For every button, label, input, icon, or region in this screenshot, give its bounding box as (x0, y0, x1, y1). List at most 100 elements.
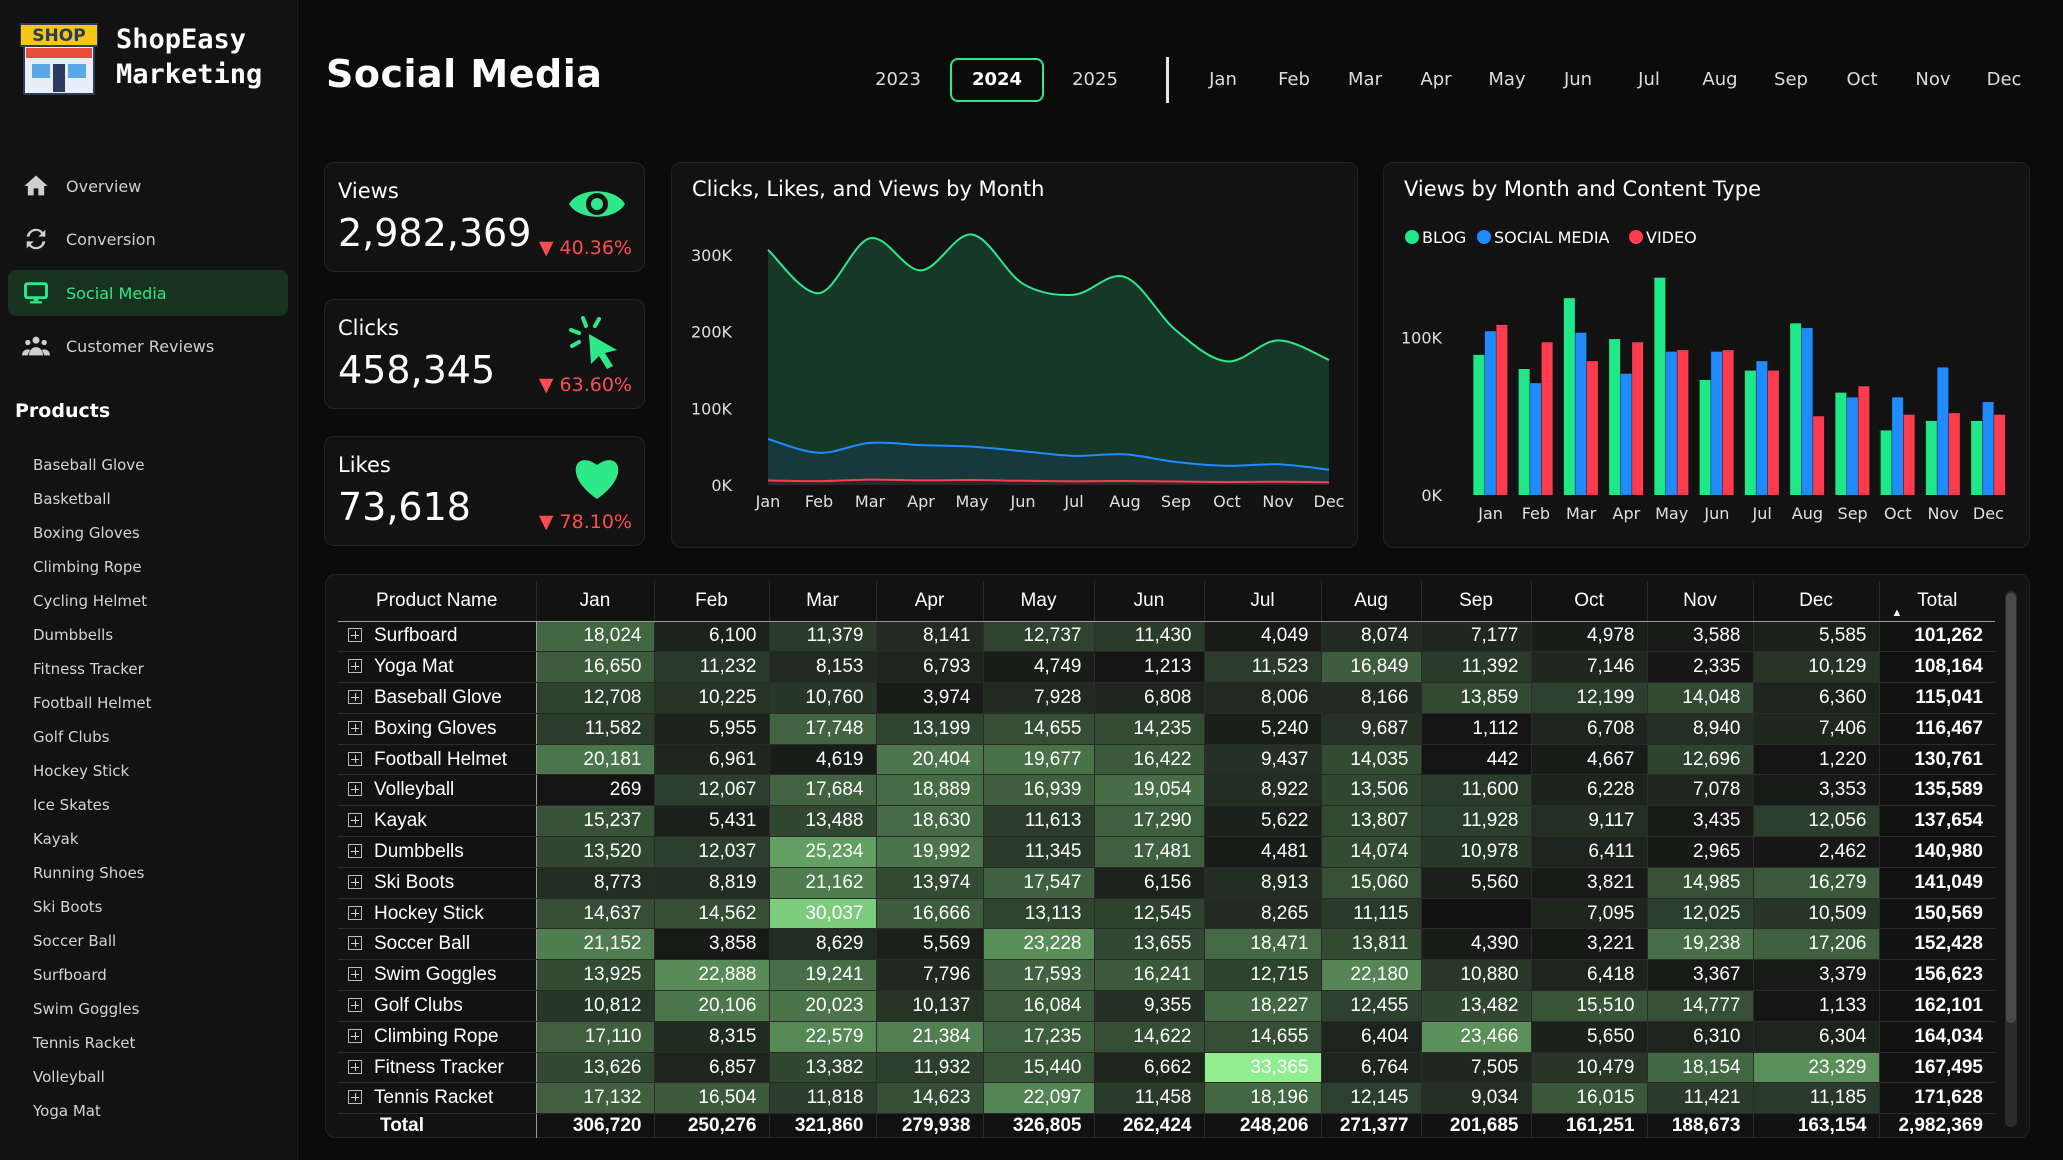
product-filter-item[interactable]: Football Helmet (33, 694, 152, 712)
month-filter-apr[interactable]: Apr (1406, 58, 1466, 102)
year-filter-2025[interactable]: 2025 (1048, 58, 1142, 102)
expand-icon[interactable] (348, 659, 362, 674)
expand-icon[interactable] (348, 874, 362, 889)
product-filter-item[interactable]: Baseball Glove (33, 456, 144, 474)
row-total-cell: 152,428 (1878, 928, 1995, 961)
expand-icon[interactable] (348, 628, 362, 643)
nav-overview[interactable]: Overview (8, 163, 288, 209)
product-filter-item[interactable]: Ski Boots (33, 898, 103, 916)
expand-icon[interactable] (348, 905, 362, 920)
y-tick-label: 100K (1401, 329, 1443, 348)
sort-ascending-icon[interactable]: ▲ (1892, 607, 1903, 619)
column-header-month[interactable]: Apr (875, 581, 983, 622)
x-tick-label: Dec (1973, 504, 2004, 523)
column-header-month[interactable]: Jun (1093, 581, 1204, 622)
product-filter-item[interactable]: Soccer Ball (33, 932, 116, 950)
value-cell: 11,185 (1752, 1082, 1879, 1115)
value-cell: 21,384 (875, 1021, 983, 1053)
kpi-card-likes: Likes 73,618 ▼ 78.10% (324, 436, 645, 546)
legend-label: SOCIAL MEDIA (1494, 228, 1610, 247)
expand-icon[interactable] (348, 1090, 362, 1105)
expand-icon[interactable] (348, 751, 362, 766)
year-filter-2023[interactable]: 2023 (851, 58, 945, 102)
month-filter-nov[interactable]: Nov (1903, 58, 1963, 102)
value-cell: 15,440 (982, 1052, 1094, 1084)
expand-icon[interactable] (348, 843, 362, 858)
month-filter-jun[interactable]: Jun (1548, 58, 1608, 102)
value-cell: 2,335 (1646, 651, 1753, 684)
bar-blog (1654, 277, 1666, 495)
month-filter-oct[interactable]: Oct (1832, 58, 1892, 102)
product-filter-item[interactable]: Yoga Mat (33, 1102, 101, 1120)
vertical-scrollbar[interactable] (2005, 591, 2017, 1127)
product-name: Hockey Stick (374, 902, 484, 924)
value-cell: 2,965 (1646, 836, 1753, 868)
product-filter-item[interactable]: Climbing Rope (33, 558, 142, 576)
y-tick-label: 300K (691, 246, 733, 265)
month-filter-feb[interactable]: Feb (1264, 58, 1324, 102)
product-filter-item[interactable]: Boxing Gloves (33, 524, 140, 542)
value-cell: 3,367 (1646, 959, 1753, 992)
product-filter-item[interactable]: Hockey Stick (33, 762, 129, 780)
scrollbar-thumb[interactable] (2006, 593, 2016, 1023)
column-header-month[interactable]: Jan (535, 581, 654, 622)
product-filter-item[interactable]: Running Shoes (33, 864, 144, 882)
column-header-total[interactable]: Total ▲ (1878, 581, 1995, 622)
column-header-month[interactable]: Mar (768, 581, 876, 622)
column-header-month[interactable]: May (982, 581, 1094, 622)
nav-social-media[interactable]: Social Media (8, 270, 288, 316)
product-filter-item[interactable]: Basketball (33, 490, 111, 508)
product-filter-item[interactable]: Tennis Racket (33, 1034, 135, 1052)
column-header-month[interactable]: Oct (1530, 581, 1647, 622)
month-filter-dec[interactable]: Dec (1974, 58, 2034, 102)
value-cell: 16,939 (982, 774, 1094, 807)
row-total-cell: 167,495 (1878, 1052, 1995, 1084)
x-tick-label: Jun (1703, 504, 1729, 523)
product-filter-item[interactable]: Cycling Helmet (33, 592, 147, 610)
month-filter-sep[interactable]: Sep (1761, 58, 1821, 102)
column-header-product[interactable]: Product Name (338, 581, 536, 622)
product-filter-item[interactable]: Kayak (33, 830, 79, 848)
value-cell: 5,585 (1752, 621, 1879, 653)
month-filter-jul[interactable]: Jul (1619, 58, 1679, 102)
value-cell: 21,152 (535, 928, 654, 961)
product-filter-item[interactable]: Swim Goggles (33, 1000, 139, 1018)
product-filter-item[interactable]: Surfboard (33, 966, 107, 984)
month-filter-may[interactable]: May (1477, 58, 1537, 102)
expand-icon[interactable] (348, 997, 362, 1012)
expand-icon[interactable] (348, 720, 362, 735)
value-cell: 5,560 (1420, 867, 1531, 899)
expand-icon[interactable] (348, 967, 362, 982)
x-tick-label: Mar (1566, 504, 1597, 523)
column-header-month[interactable]: Dec (1752, 581, 1879, 622)
expand-icon[interactable] (348, 782, 362, 797)
expand-icon[interactable] (348, 1028, 362, 1043)
expand-icon[interactable] (348, 689, 362, 704)
month-filter-jan[interactable]: Jan (1193, 58, 1253, 102)
column-header-month[interactable]: Nov (1646, 581, 1753, 622)
product-filter-item[interactable]: Ice Skates (33, 796, 110, 814)
column-header-month[interactable]: Jul (1203, 581, 1321, 622)
product-filter-item[interactable]: Dumbbells (33, 626, 113, 644)
value-cell: 12,199 (1530, 682, 1647, 714)
expand-icon[interactable] (348, 813, 362, 828)
column-header-month[interactable]: Feb (653, 581, 769, 622)
column-total-cell: 306,720 (535, 1113, 654, 1138)
table-row: Tennis Racket 17,132 16,504 11,818 14,623 22,… (338, 1082, 1995, 1115)
nav-conversion[interactable]: Conversion (8, 216, 288, 262)
row-total-cell: 116,467 (1878, 713, 1995, 745)
product-filter-item[interactable]: Volleyball (33, 1068, 105, 1086)
column-header-month[interactable]: Aug (1320, 581, 1421, 622)
product-filter-item[interactable]: Golf Clubs (33, 728, 110, 746)
expand-icon[interactable] (348, 936, 362, 951)
year-filter-2024[interactable]: 2024 (950, 58, 1044, 102)
brand-line-1: ShopEasy (116, 24, 247, 55)
month-filter-aug[interactable]: Aug (1690, 58, 1750, 102)
brand-line-2: Marketing (116, 59, 263, 90)
nav-customer-reviews[interactable]: Customer Reviews (8, 323, 288, 369)
value-cell: 6,310 (1646, 1021, 1753, 1053)
column-header-month[interactable]: Sep (1420, 581, 1531, 622)
month-filter-mar[interactable]: Mar (1335, 58, 1395, 102)
expand-icon[interactable] (348, 1059, 362, 1074)
product-filter-item[interactable]: Fitness Tracker (33, 660, 144, 678)
